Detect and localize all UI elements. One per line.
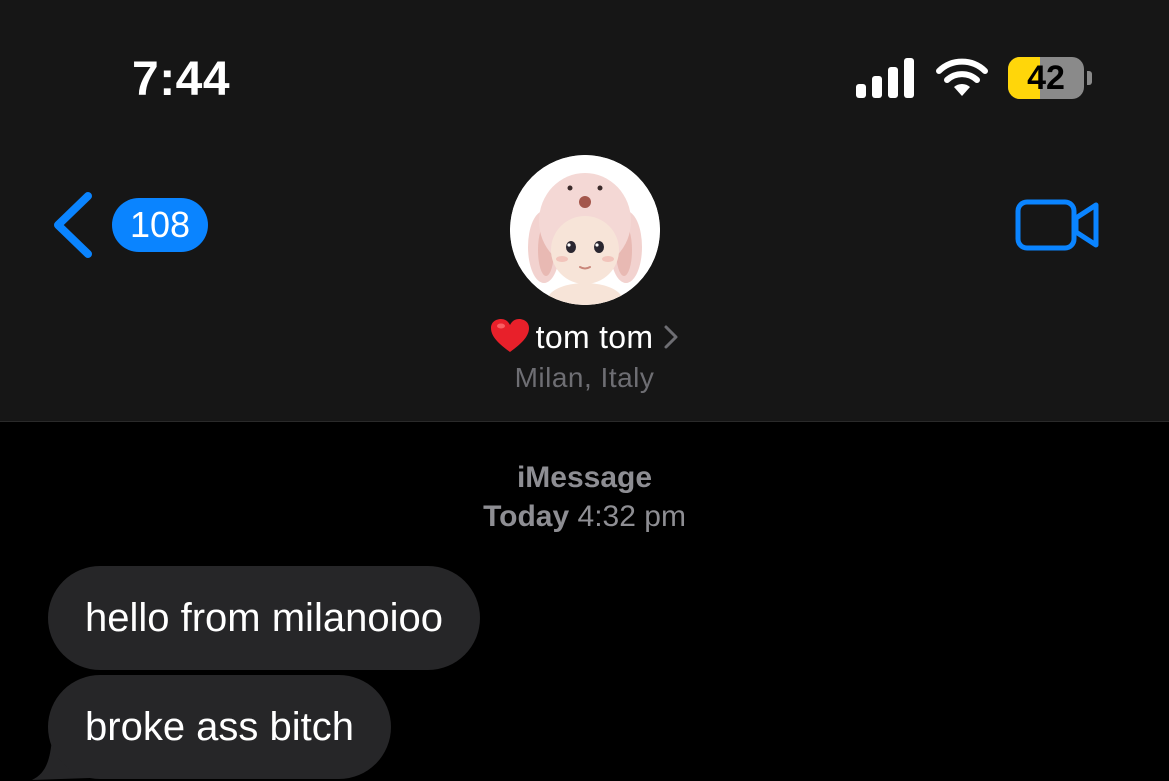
signal-icon: [856, 58, 914, 98]
unread-count-badge: 108: [112, 198, 208, 252]
wifi-icon: [936, 58, 988, 96]
message-text: broke ass bitch: [85, 705, 355, 749]
video-camera-icon[interactable]: [1014, 196, 1102, 256]
contact-avatar[interactable]: [510, 155, 660, 305]
message-bubble[interactable]: hello from milanoioo: [48, 566, 480, 670]
contact-name: tom tom: [535, 319, 654, 355]
contact-name-button[interactable]: tom tom: [0, 318, 1169, 356]
status-time: 7:44: [132, 53, 231, 106]
battery-cap: [1087, 71, 1092, 85]
chevron-right-icon: [664, 325, 678, 349]
service-label: iMessage: [516, 461, 653, 494]
message-timestamp: Today 4:32 pm: [0, 500, 1169, 534]
back-button[interactable]: 108: [44, 190, 214, 260]
conversation-header: 7:44 42 108 tom tom Milan, Italy: [0, 0, 1169, 422]
doll-avatar-icon: [510, 155, 660, 305]
message-text: hello from milanoioo: [85, 596, 443, 640]
contact-location: Milan, Italy: [514, 362, 655, 393]
battery-body: 42: [1008, 57, 1084, 99]
battery-level: 42: [1027, 59, 1065, 97]
timestamp-time: 4:32 pm: [577, 500, 686, 533]
battery-icon: 42: [1008, 57, 1092, 99]
messages-screen: 7:44 42 108 tom tom Milan, Italy iMessag…: [0, 0, 1169, 781]
chevron-left-icon: [54, 192, 92, 258]
message-bubble[interactable]: broke ass bitch: [48, 675, 392, 779]
timestamp-day: Today: [483, 500, 570, 533]
red-heart-icon: [490, 319, 529, 352]
